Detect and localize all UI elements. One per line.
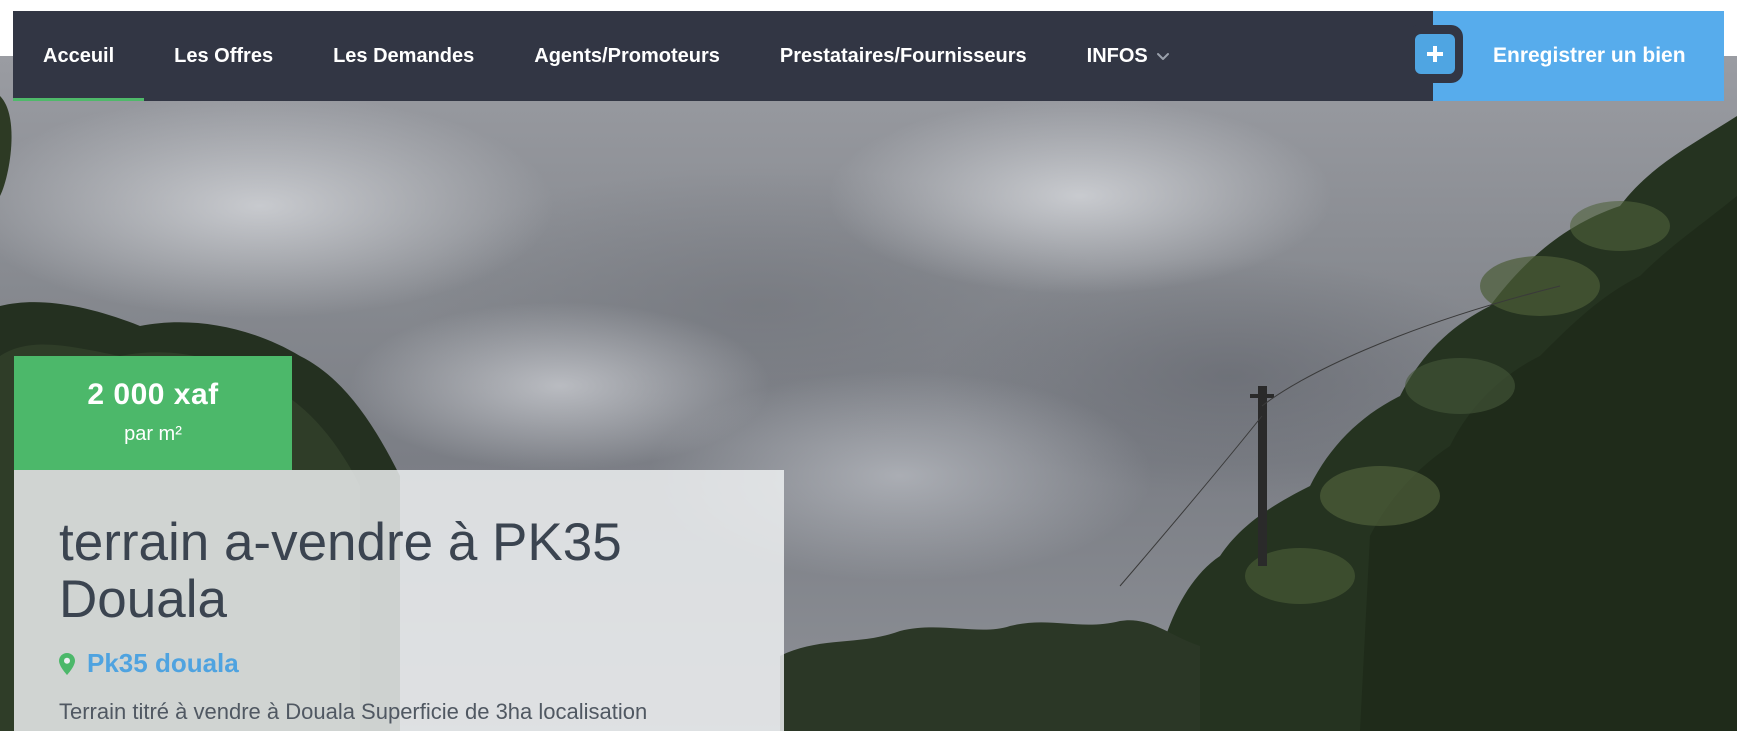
plus-icon[interactable]	[1415, 34, 1455, 74]
nav-item-acceuil[interactable]: Acceuil	[13, 11, 145, 101]
nav-menu: Acceuil Les Offres Les Demandes Agents/P…	[13, 11, 1200, 101]
nav-item-agents-promoteurs[interactable]: Agents/Promoteurs	[504, 11, 750, 101]
top-navigation-bar: Acceuil Les Offres Les Demandes Agents/P…	[13, 11, 1724, 101]
register-property-label: Enregistrer un bien	[1493, 44, 1686, 67]
map-pin-icon	[59, 652, 75, 675]
listing-title[interactable]: terrain a-vendre à PK35 Douala	[59, 514, 699, 628]
nav-item-label: INFOS	[1086, 44, 1148, 67]
page: Acceuil Les Offres Les Demandes Agents/P…	[0, 0, 1737, 731]
chevron-down-icon	[1156, 53, 1169, 60]
nav-item-prestataires-fournisseurs[interactable]: Prestataires/Fournisseurs	[750, 11, 1057, 101]
plus-icon-glyph	[1427, 46, 1443, 62]
listing-location[interactable]: Pk35 douala	[59, 648, 740, 679]
listing-location-label: Pk35 douala	[87, 648, 239, 678]
nav-item-label: Prestataires/Fournisseurs	[779, 44, 1027, 67]
listing-card: terrain a-vendre à PK35 Douala Pk35 doua…	[14, 470, 784, 731]
register-property-area: Enregistrer un bien	[1407, 11, 1724, 101]
nav-item-les-demandes[interactable]: Les Demandes	[303, 11, 504, 101]
price-amount: 2 000 xaf	[87, 378, 219, 411]
nav-item-label: Les Offres	[174, 44, 274, 67]
nav-item-les-offres[interactable]: Les Offres	[144, 11, 303, 101]
register-plus-frame	[1407, 25, 1463, 83]
nav-item-infos[interactable]: INFOS	[1057, 11, 1200, 101]
price-unit: par m²	[124, 423, 182, 445]
nav-item-label: Les Demandes	[333, 44, 475, 67]
nav-item-label: Agents/Promoteurs	[534, 44, 720, 67]
nav-item-label: Acceuil	[43, 44, 115, 67]
listing-description: Terrain titré à vendre à Douala Superfic…	[59, 699, 648, 724]
register-property-button[interactable]: Enregistrer un bien	[1433, 11, 1724, 101]
price-badge: 2 000 xaf par m²	[14, 356, 292, 470]
